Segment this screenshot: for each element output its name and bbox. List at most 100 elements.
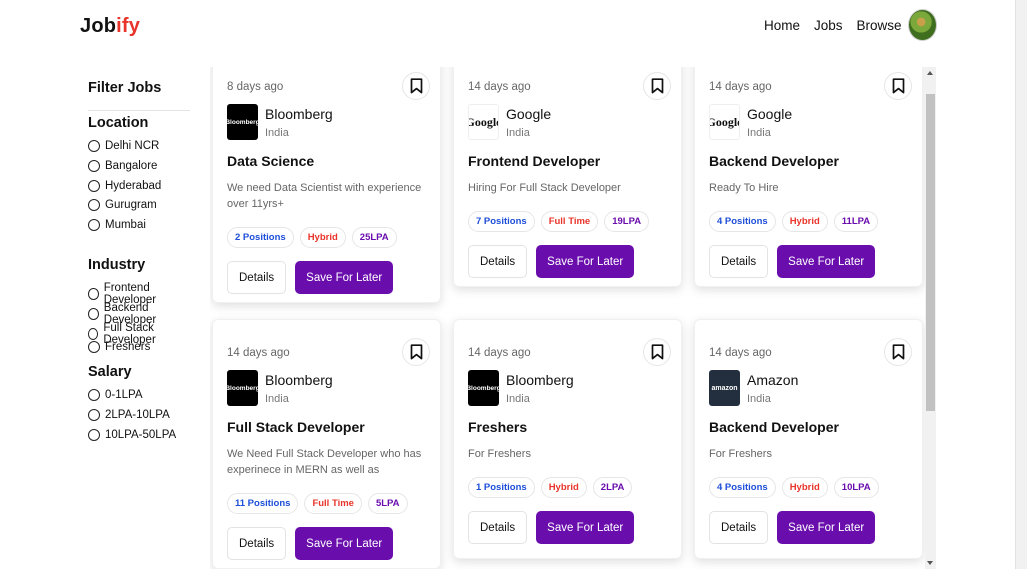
logo-accent: ify: [116, 15, 141, 37]
scroll-up-icon[interactable]: [927, 71, 933, 75]
job-type-badge: Hybrid: [299, 227, 346, 248]
job-grid-scrollbar[interactable]: [925, 67, 936, 569]
job-type-badge: Full Time: [540, 211, 599, 232]
job-card[interactable]: 14 days ago Bloomberg Bloomberg India Freshe…: [453, 319, 682, 559]
radio-icon[interactable]: [88, 428, 100, 441]
company-name: Bloomberg: [265, 106, 333, 122]
job-card[interactable]: 14 days ago Google Google India Frontend Dev…: [453, 67, 682, 287]
company-country: India: [265, 393, 289, 405]
radio-icon[interactable]: [88, 219, 100, 232]
job-badges: 4 Positions Hybrid 10LPA: [709, 477, 879, 498]
posted-time: 14 days ago: [709, 81, 772, 93]
job-card[interactable]: 14 days ago Google Google India Backend Deve…: [694, 67, 923, 287]
posted-time: 8 days ago: [227, 81, 284, 93]
radio-icon[interactable]: [88, 389, 100, 401]
card-actions: Details Save For Later: [709, 245, 876, 278]
details-button[interactable]: Details: [227, 261, 287, 294]
filter-section-title: Salary: [88, 364, 132, 380]
company-name: Amazon: [747, 372, 799, 388]
job-type-badge: Hybrid: [781, 477, 828, 498]
details-button[interactable]: Details: [709, 245, 769, 278]
job-title: Freshers: [468, 419, 528, 435]
positions-badge: 7 Positions: [468, 211, 535, 232]
save-for-later-button[interactable]: Save For Later: [295, 261, 394, 294]
radio-icon[interactable]: [88, 199, 100, 212]
radio-icon[interactable]: [88, 288, 99, 300]
save-for-later-button[interactable]: Save For Later: [777, 245, 876, 278]
radio-icon[interactable]: [88, 408, 100, 421]
radio-icon[interactable]: [88, 179, 100, 192]
positions-badge: 2 Positions: [227, 227, 294, 248]
job-title: Backend Developer: [709, 419, 839, 435]
job-badges: 7 Positions Full Time 19LPA: [468, 211, 650, 232]
filter-option[interactable]: Hyderabad: [88, 179, 161, 192]
filter-divider: [88, 110, 190, 111]
app-logo[interactable]: Jobify: [80, 15, 140, 38]
bookmark-button[interactable]: [402, 338, 430, 366]
bookmark-icon: [892, 344, 905, 360]
filter-option[interactable]: 0-1LPA: [88, 389, 143, 401]
job-card[interactable]: 8 days ago Bloomberg Bloomberg India Data Sc…: [212, 67, 441, 303]
filter-sidebar: Filter Jobs Location Delhi NCR Bangalore Hy…: [88, 80, 192, 441]
details-button[interactable]: Details: [468, 245, 528, 278]
bookmark-button[interactable]: [643, 72, 671, 100]
bookmark-button[interactable]: [643, 338, 671, 366]
save-for-later-button[interactable]: Save For Later: [777, 511, 876, 544]
company-name: Google: [747, 106, 793, 122]
nav-browse[interactable]: Browse: [857, 18, 902, 33]
filter-option[interactable]: 10LPA-50LPA: [88, 428, 177, 441]
company-country: India: [265, 127, 289, 139]
company-logo-text: amazon: [711, 384, 738, 392]
filter-option[interactable]: Mumbai: [88, 219, 146, 232]
details-button[interactable]: Details: [709, 511, 769, 544]
bookmark-button[interactable]: [884, 72, 912, 100]
filter-option-label: Delhi NCR: [105, 140, 160, 152]
save-for-later-button[interactable]: Save For Later: [536, 245, 635, 278]
nav-jobs[interactable]: Jobs: [814, 18, 843, 33]
scroll-down-icon[interactable]: [927, 561, 933, 565]
filter-option[interactable]: Delhi NCR: [88, 140, 159, 152]
filter-option-label: 10LPA-50LPA: [105, 428, 177, 441]
scrollbar-thumb[interactable]: [926, 94, 935, 411]
bookmark-button[interactable]: [402, 72, 430, 100]
company-logo-text: Bloomberg: [227, 118, 258, 126]
radio-icon[interactable]: [88, 327, 99, 340]
filter-option-label: 0-1LPA: [105, 389, 143, 401]
radio-icon[interactable]: [88, 341, 100, 354]
company-logo: Bloomberg: [468, 370, 499, 406]
save-for-later-button[interactable]: Save For Later: [536, 511, 635, 544]
salary-badge: 10LPA: [833, 477, 879, 498]
filter-option[interactable]: 2LPA-10LPA: [88, 408, 170, 421]
bookmark-icon: [651, 344, 664, 360]
avatar[interactable]: [908, 9, 937, 41]
company-name: Google: [506, 106, 552, 122]
nav-home[interactable]: Home: [764, 18, 800, 33]
radio-icon[interactable]: [88, 140, 100, 152]
company-name: Bloomberg: [506, 372, 574, 388]
page-scrollbar[interactable]: [1015, 0, 1027, 569]
filter-option[interactable]: Gurugram: [88, 199, 157, 212]
radio-icon[interactable]: [88, 307, 99, 320]
card-actions: Details Save For Later: [468, 511, 635, 544]
bookmark-button[interactable]: [884, 338, 912, 366]
bookmark-icon: [892, 78, 905, 94]
job-badges: 1 Positions Hybrid 2LPA: [468, 477, 633, 498]
job-card[interactable]: 14 days ago amazon Amazon India Backend Deve…: [694, 319, 923, 559]
filter-option[interactable]: Freshers: [88, 341, 150, 354]
filter-option[interactable]: Bangalore: [88, 159, 158, 172]
filter-option-label: Gurugram: [105, 199, 157, 212]
filter-option-label: Bangalore: [105, 159, 158, 172]
filter-section-title: Location: [88, 115, 149, 131]
job-card[interactable]: 14 days ago Bloomberg Bloomberg India Full S…: [212, 319, 441, 569]
save-for-later-button[interactable]: Save For Later: [295, 527, 394, 560]
radio-icon[interactable]: [88, 159, 100, 172]
job-title: Full Stack Developer: [227, 419, 365, 435]
details-button[interactable]: Details: [227, 527, 287, 560]
company-logo: amazon: [709, 370, 740, 406]
salary-badge: 11LPA: [833, 211, 879, 232]
salary-badge: 25LPA: [351, 227, 397, 248]
salary-badge: 5LPA: [367, 493, 408, 514]
job-description: We Need Full Stack Developer who has exp…: [227, 448, 422, 476]
posted-time: 14 days ago: [468, 81, 531, 93]
details-button[interactable]: Details: [468, 511, 528, 544]
